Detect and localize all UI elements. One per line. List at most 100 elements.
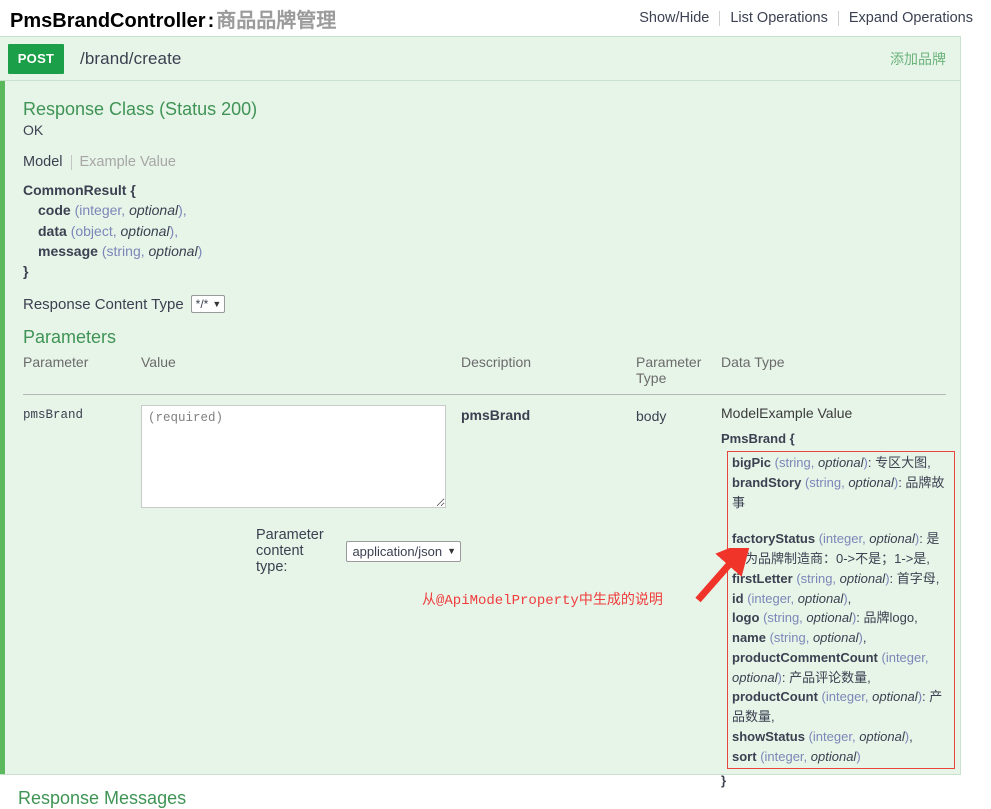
operation-path[interactable]: /brand/create — [80, 49, 181, 69]
property-type-text: (string, — [804, 474, 849, 490]
operation-summary: 添加品牌 — [890, 50, 946, 67]
property-description: : 专区大图, — [867, 455, 931, 471]
property-description: : 品牌logo, — [856, 610, 918, 626]
resource-options: Show/Hide List Operations Expand Operati… — [629, 10, 983, 26]
chevron-down-icon: ▼ — [447, 546, 456, 557]
property-type: (string, optional) — [775, 455, 868, 470]
property-name: message — [38, 242, 98, 259]
property-type: (integer, optional) — [819, 531, 919, 546]
operation-panel-wrapper: POST /brand/create 添加品牌 Response Class (… — [0, 36, 961, 808]
property-optional: optional — [812, 630, 859, 646]
property-type: (string, optional) — [102, 243, 202, 259]
model-property: bigPic (string, optional): 专区大图, — [732, 453, 951, 473]
cell-parameter-value: Parameter content type: application/json… — [141, 395, 461, 791]
property-type-text: (integer, — [808, 728, 860, 744]
property-name: data — [38, 222, 67, 239]
model-property: message (string, optional) — [23, 241, 946, 261]
response-content-type-label: Response Content Type — [23, 295, 184, 313]
property-name: code — [38, 202, 71, 219]
response-content-type-row: Response Content Type */* ▼ — [23, 295, 946, 314]
tab-example-value[interactable]: Example Value — [759, 405, 852, 421]
model-close-brace: } — [23, 263, 29, 280]
property-type-text: (integer, — [821, 689, 873, 705]
property-optional: optional — [869, 531, 915, 547]
model-property: showStatus (integer, optional), — [732, 727, 951, 747]
model-property: productCount (integer, optional): 产品数量, — [732, 687, 951, 727]
data-type-tabs: Model Example Value — [721, 405, 946, 421]
property-type-text: (integer, — [760, 748, 811, 764]
list-operations-link[interactable]: List Operations — [720, 10, 838, 26]
property-description: , — [909, 728, 913, 744]
property-type-text: (integer, — [74, 202, 130, 219]
model-close-brace: } — [721, 773, 727, 789]
property-type: (string, optional) — [805, 475, 898, 490]
property-tail: ) — [856, 748, 861, 764]
operation-header-bar[interactable]: POST /brand/create 添加品牌 — [0, 37, 960, 81]
show-hide-link[interactable]: Show/Hide — [629, 10, 719, 26]
property-type: (string, optional) — [770, 630, 863, 645]
http-method-badge: POST — [8, 43, 64, 74]
property-type: (integer, optional) — [809, 729, 909, 744]
property-name: name — [732, 630, 766, 646]
property-type: (object, optional), — [71, 223, 178, 239]
property-description: , — [862, 630, 867, 646]
parameter-content-type-label: Parameter content type: — [256, 527, 324, 576]
column-header-parameter-type: Parameter Type — [636, 350, 721, 396]
column-header-data-type: Data Type — [721, 350, 946, 396]
response-status-text: OK — [23, 122, 44, 138]
property-description: : 首字母, — [889, 570, 940, 586]
property-type-text: (integer, — [881, 649, 929, 665]
parameter-content-type-select[interactable]: application/json ▼ — [346, 540, 461, 562]
controller-name: PmsBrandController — [10, 9, 206, 32]
response-model-tabs: Model Example Value — [23, 154, 946, 170]
property-optional: optional — [839, 570, 886, 586]
property-optional: optional — [859, 728, 905, 744]
response-model-signature: CommonResult { code (integer, optional),… — [23, 180, 946, 281]
property-optional: optional — [810, 748, 857, 764]
cell-parameter-name: pmsBrand — [23, 395, 141, 791]
property-type-text: (string, — [774, 455, 818, 471]
property-type: (integer, optional), — [75, 202, 187, 218]
model-property: logo (string, optional): 品牌logo, — [732, 608, 951, 628]
parameter-content-type-row: Parameter content type: application/json… — [141, 527, 461, 575]
parameter-content-type-value: application/json — [352, 543, 443, 559]
property-optional: optional — [148, 242, 198, 259]
model-property: code (integer, optional), — [23, 200, 946, 220]
operation-content: Response Class (Status 200) OK Model Exa… — [0, 81, 960, 808]
property-description: , — [847, 590, 852, 606]
column-header-value: Value — [141, 350, 461, 396]
property-tail: ), — [178, 202, 187, 219]
model-property: name (string, optional), — [732, 628, 951, 648]
page-title: PmsBrandController: 商品品牌管理 — [10, 4, 336, 33]
parameter-type-line2: Type — [636, 370, 667, 387]
property-name: productCommentCount — [732, 649, 878, 665]
property-type-text: (string, — [769, 630, 813, 646]
property-tail: ) — [197, 242, 203, 259]
property-name: logo — [732, 610, 760, 626]
chevron-down-icon: ▼ — [212, 299, 222, 310]
property-optional: optional — [732, 669, 778, 685]
column-header-parameter: Parameter — [23, 350, 141, 396]
pms-brand-model: PmsBrand { bigPic (string, optional): 专区… — [721, 429, 955, 791]
model-property: data (object, optional), — [23, 221, 946, 241]
expand-operations-link[interactable]: Expand Operations — [839, 10, 983, 26]
parameter-name: pmsBrand — [23, 408, 84, 423]
property-optional: optional — [817, 455, 864, 471]
property-name: sort — [732, 748, 757, 764]
property-type-text: (string, — [763, 610, 807, 626]
tab-example-value[interactable]: Example Value — [72, 154, 176, 170]
controller-description: 商品品牌管理 — [216, 9, 337, 32]
tab-model[interactable]: Model — [23, 154, 71, 170]
model-name: PmsBrand { — [721, 431, 795, 447]
annotation-text: 从@ApiModelProperty中生成的说明 — [422, 593, 663, 609]
response-messages-title: Response Messages — [18, 788, 187, 808]
request-body-input[interactable] — [141, 405, 446, 509]
property-type: (integer, optional) — [760, 749, 860, 764]
property-name: showStatus — [732, 728, 805, 744]
model-name: CommonResult { — [23, 182, 136, 198]
response-content-type-select[interactable]: */* ▼ — [190, 295, 226, 314]
property-type: (integer, optional) — [822, 689, 922, 704]
resource-header: PmsBrandController: 商品品牌管理 Show/Hide List… — [0, 0, 991, 36]
tab-model[interactable]: Model — [721, 405, 759, 421]
property-type-text: (integer, — [818, 531, 870, 547]
